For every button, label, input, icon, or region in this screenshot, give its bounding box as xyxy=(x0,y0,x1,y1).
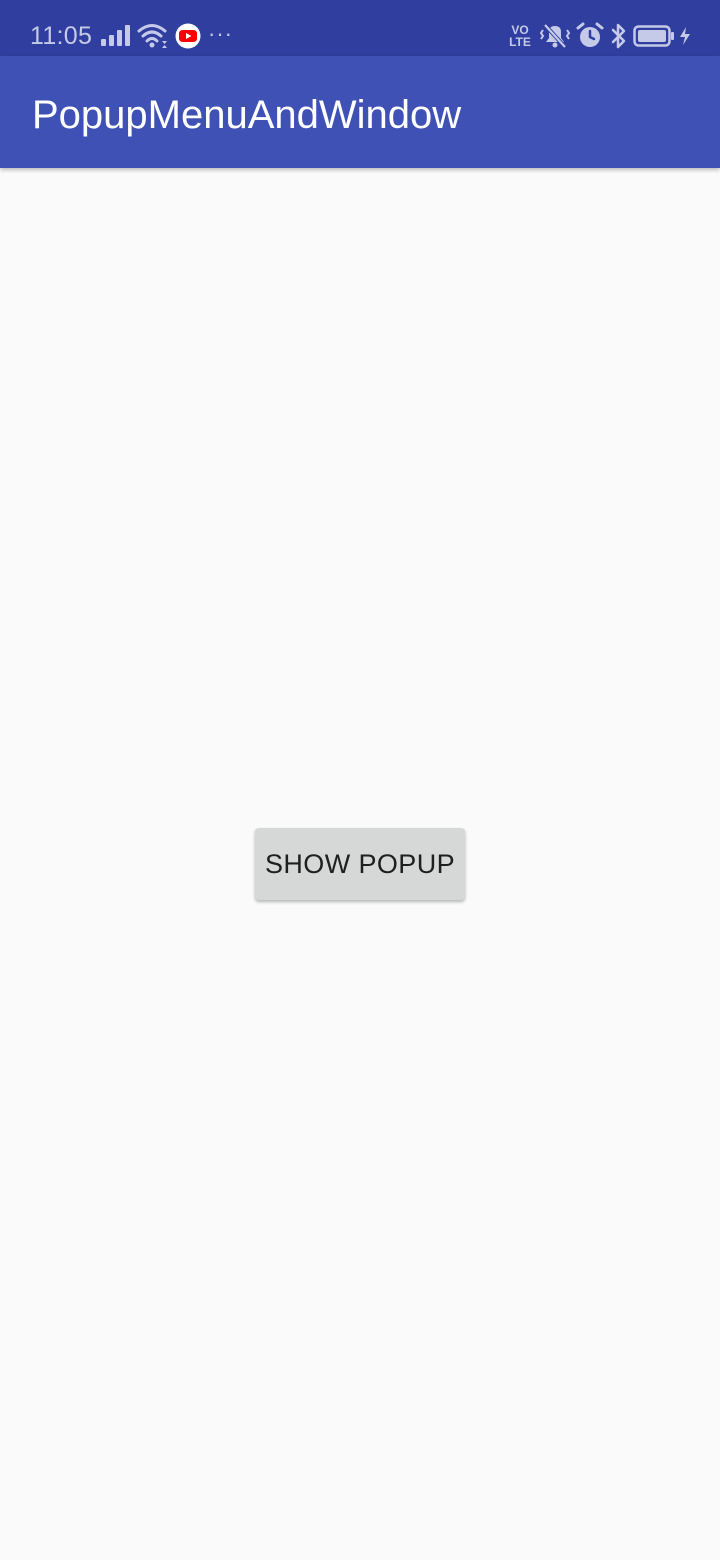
status-time: 11:05 xyxy=(30,22,93,50)
charging-icon xyxy=(680,27,690,45)
app-screen: 11:05 ··· VO LTE PopupMenuAndWindow SHOW… xyxy=(0,0,720,1560)
show-popup-button[interactable]: SHOW POPUP xyxy=(255,828,465,900)
more-notifications-icon: ··· xyxy=(208,21,233,46)
main-content: SHOW POPUP xyxy=(0,168,720,1560)
wifi-icon xyxy=(137,24,167,48)
battery-icon xyxy=(633,25,674,47)
bluetooth-icon xyxy=(611,23,626,49)
alarm-icon xyxy=(576,22,604,47)
app-bar: PopupMenuAndWindow xyxy=(0,56,720,168)
youtube-notification-icon xyxy=(175,23,201,49)
app-title: PopupMenuAndWindow xyxy=(32,93,462,137)
signal-icon xyxy=(101,25,130,46)
volte-icon: VO LTE xyxy=(509,23,531,49)
vibrate-icon xyxy=(539,23,571,49)
status-bar: 11:05 ··· VO LTE xyxy=(0,0,720,56)
